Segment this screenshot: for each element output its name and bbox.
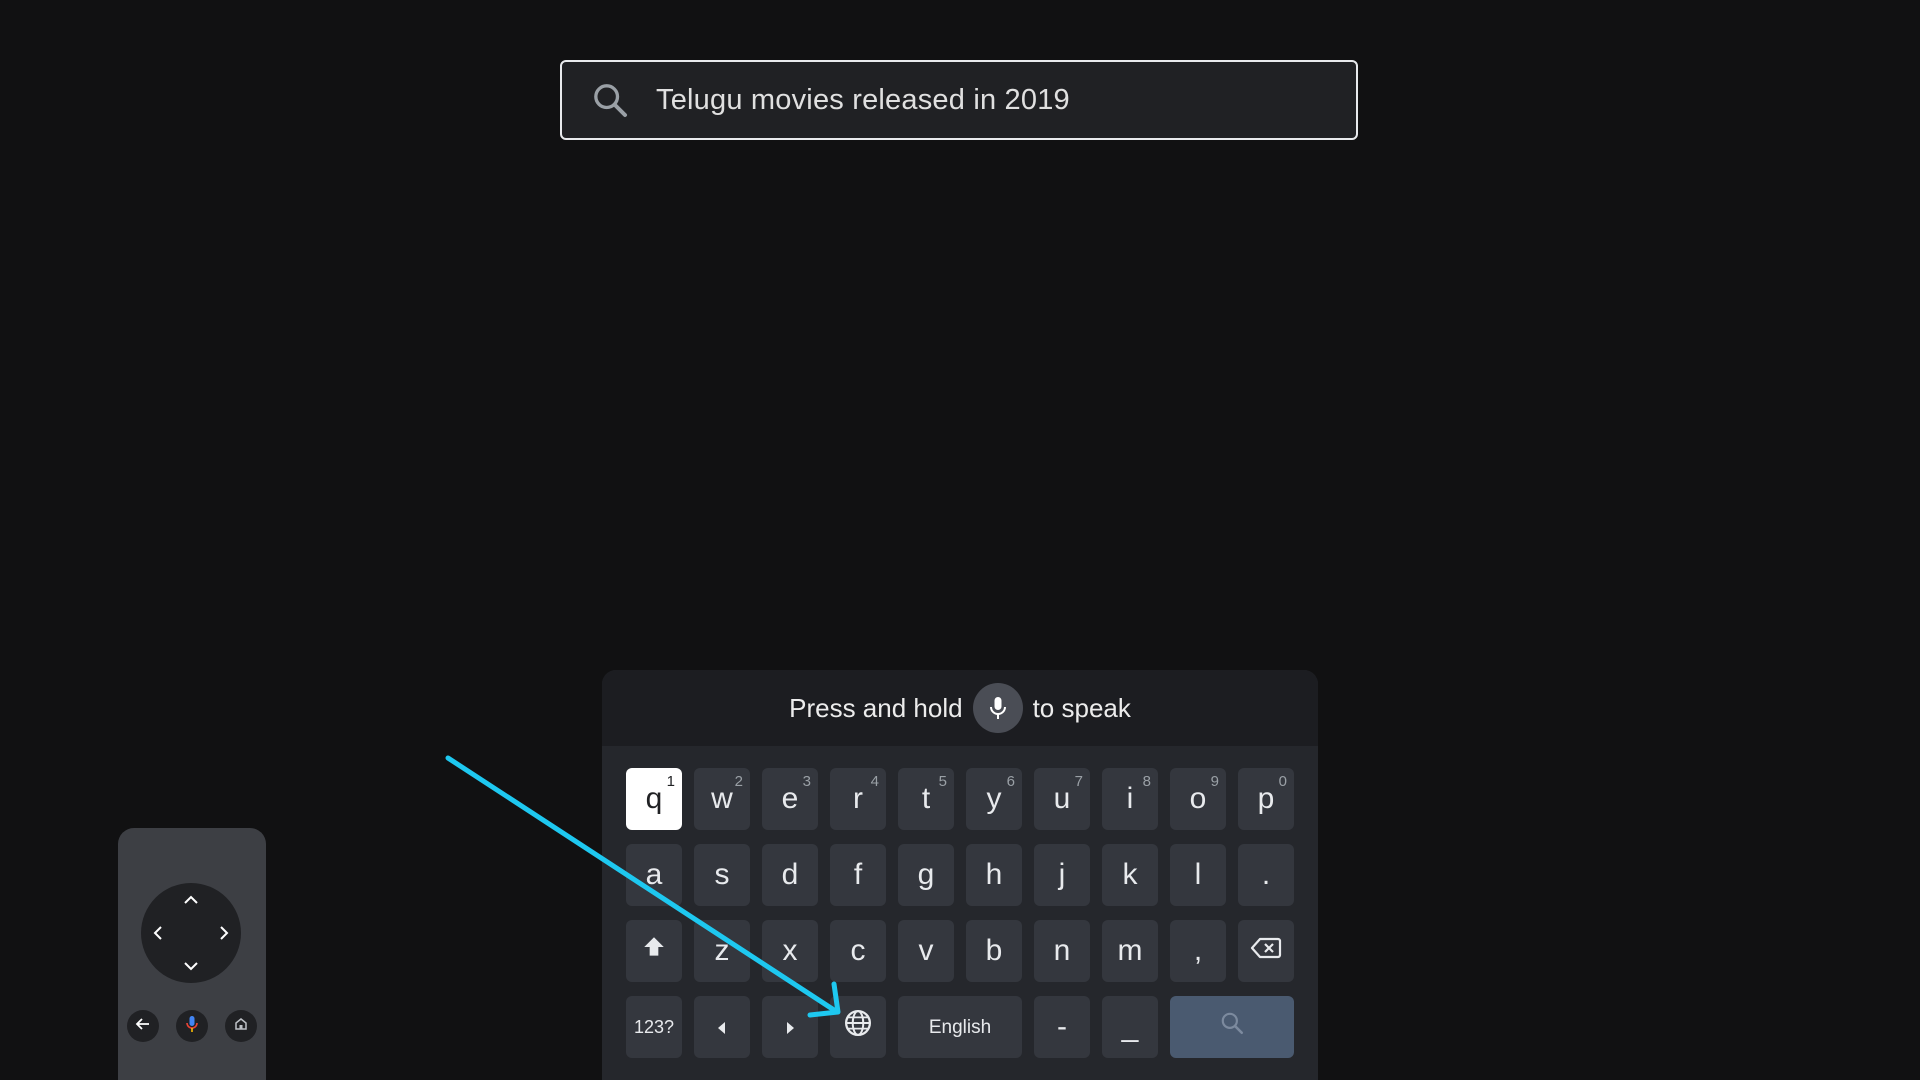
dpad[interactable] [141,883,241,983]
key-b[interactable]: b [966,920,1022,982]
key-p[interactable]: p0 [1238,768,1294,830]
search-bar[interactable]: Telugu movies released in 2019 [560,60,1358,140]
key-shift[interactable] [626,920,682,982]
key-y[interactable]: y6 [966,768,1022,830]
globe-icon [843,1008,873,1046]
key-o[interactable]: o9 [1170,768,1226,830]
key-z[interactable]: z [694,920,750,982]
search-query-text[interactable]: Telugu movies released in 2019 [656,84,1070,117]
chevron-down-icon[interactable] [176,951,206,981]
key-backspace[interactable] [1238,920,1294,982]
globe-key[interactable] [830,996,886,1058]
key-k[interactable]: k [1102,844,1158,906]
back-button[interactable] [127,1010,159,1042]
key-d[interactable]: d [762,844,818,906]
backspace-icon [1250,934,1282,968]
key-comma[interactable]: , [1170,920,1226,982]
microphone-icon[interactable] [972,683,1023,733]
shift-icon [641,934,667,968]
key-cursor-right[interactable] [762,996,818,1058]
home-button[interactable] [225,1010,257,1042]
remote-control [118,828,266,1080]
key-q[interactable]: q1 [626,768,682,830]
voice-button[interactable] [176,1010,208,1042]
key-search[interactable] [1170,996,1294,1058]
key-dash[interactable]: - [1034,996,1090,1058]
back-arrow-icon [135,1016,151,1037]
key-m[interactable]: m [1102,920,1158,982]
home-icon [234,1017,248,1036]
chevron-up-icon[interactable] [176,885,206,915]
key-cursor-left[interactable] [694,996,750,1058]
key-e[interactable]: e3 [762,768,818,830]
voice-hint-text-after: to speak [1032,692,1131,723]
key-i[interactable]: i8 [1102,768,1158,830]
key-c[interactable]: c [830,920,886,982]
key-x[interactable]: x [762,920,818,982]
key-v[interactable]: v [898,920,954,982]
key-r[interactable]: r4 [830,768,886,830]
key-f[interactable]: f [830,844,886,906]
key-a[interactable]: a [626,844,682,906]
search-icon [1219,1010,1245,1044]
chevron-left-icon[interactable] [143,918,173,948]
key-u[interactable]: u7 [1034,768,1090,830]
cursor-right-icon [783,1010,797,1044]
key-l[interactable]: l [1170,844,1226,906]
key-underscore[interactable]: _ [1102,996,1158,1058]
key-n[interactable]: n [1034,920,1090,982]
key-t[interactable]: t5 [898,768,954,830]
microphone-icon [186,1015,198,1038]
key-j[interactable]: j [1034,844,1090,906]
chevron-right-icon[interactable] [209,918,239,948]
key-h[interactable]: h [966,844,1022,906]
voice-hint: Press and hold to speak [602,670,1318,746]
search-icon [588,78,632,122]
key-s[interactable]: s [694,844,750,906]
voice-hint-text-before: Press and hold [789,692,963,723]
key-g[interactable]: g [898,844,954,906]
onscreen-keyboard: Press and hold to speak q1 w2 e3 r4 t5 y… [602,670,1318,1080]
cursor-left-icon [715,1010,729,1044]
key-language[interactable]: English [898,996,1022,1058]
key-symbols[interactable]: 123? [626,996,682,1058]
key-w[interactable]: w2 [694,768,750,830]
key-period[interactable]: . [1238,844,1294,906]
